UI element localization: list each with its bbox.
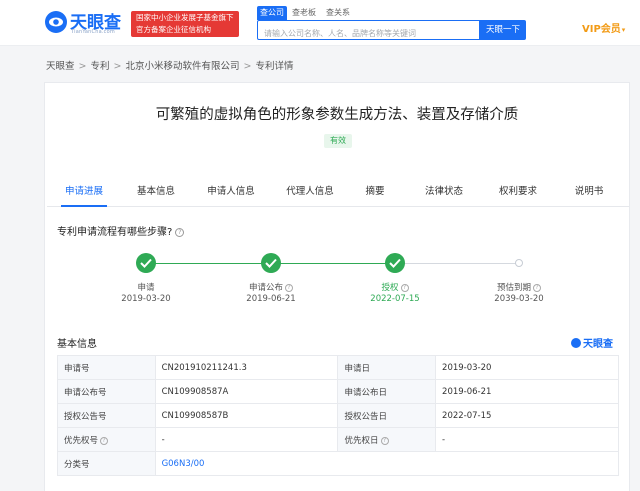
field-label: 分类号 <box>57 451 156 476</box>
field-value: - <box>435 427 619 452</box>
field-value: 2019-06-21 <box>435 379 619 404</box>
breadcrumb-company[interactable]: 北京小米移动软件有限公司 <box>125 61 239 72</box>
search-box <box>257 20 480 43</box>
logo-eye-icon <box>571 338 581 348</box>
search-tab-relation[interactable]: 查关系 <box>323 6 353 20</box>
tab-claims[interactable]: 权利要求 <box>487 179 549 207</box>
tianyancha-watermark: 天眼查 <box>571 335 613 350</box>
logo-subtext: TianYanCha.com <box>71 29 115 35</box>
tab-agent-info[interactable]: 代理人信息 <box>271 179 349 207</box>
field-value: 2022-07-15 <box>435 403 619 428</box>
search-tab-company[interactable]: 查公司 <box>257 6 287 20</box>
promo-banner[interactable]: 国家中小企业发展子基金旗下 官方备案企业征信机构 <box>131 11 239 37</box>
search-button[interactable]: 天眼一下 <box>480 20 526 40</box>
field-label: 授权公告号 <box>57 403 156 428</box>
help-icon[interactable]: ? <box>400 284 409 292</box>
step-date: 2039-03-20 <box>494 294 544 304</box>
process-question: 专利申请流程有哪些步骤?? <box>57 223 185 238</box>
step-label-text: 授权 <box>381 283 399 293</box>
step-label-text: 申请 <box>137 283 155 293</box>
promo-line-1: 国家中小企业发展子基金旗下 <box>136 13 234 22</box>
search-tab-boss[interactable]: 查老板 <box>289 6 319 20</box>
basic-info-heading: 基本信息 <box>57 339 97 350</box>
step-node-done <box>385 253 405 273</box>
process-question-text: 专利申请流程有哪些步骤? <box>57 227 173 238</box>
step-node-done <box>261 253 281 273</box>
top-header: 天眼查 TianYanCha.com 国家中小企业发展子基金旗下 官方备案企业征… <box>0 0 640 46</box>
tab-applicant-info[interactable]: 申请人信息 <box>191 179 271 207</box>
step-label: 预估到期? <box>479 281 559 293</box>
table-row: 分类号 G06N3/00 <box>57 451 620 476</box>
basic-info-table: 申请号 CN201910211241.3 申请日 2019-03-20 申请公布… <box>57 355 620 476</box>
application-progress: 申请 2019-03-20 申请公布? 2019-06-21 授权? 2022-… <box>45 253 631 313</box>
detail-tabs: 申请进展 基本信息 申请人信息 代理人信息 摘要 法律状态 权利要求 说明书 <box>47 179 629 207</box>
tab-legal-status[interactable]: 法律状态 <box>401 179 487 207</box>
breadcrumb-separator: > <box>113 61 122 72</box>
breadcrumb-home[interactable]: 天眼查 <box>46 61 75 72</box>
brand-text: 天眼查 <box>583 339 613 350</box>
patent-detail-card: 可繁殖的虚拟角色的形象参数生成方法、装置及存储介质 有效 申请进展 基本信息 申… <box>44 82 630 491</box>
vip-membership-link[interactable]: VIP会员▾ <box>582 20 625 35</box>
breadcrumb-separator: > <box>78 61 87 72</box>
field-value: 2019-03-20 <box>435 355 619 380</box>
classification-link[interactable]: G06N3/00 <box>154 451 620 476</box>
breadcrumb-patent[interactable]: 专利 <box>90 61 109 72</box>
logo-eye-icon <box>45 11 67 33</box>
check-icon <box>265 258 277 268</box>
step-label: 申请公布? <box>231 281 311 293</box>
field-label: 申请日 <box>337 355 437 380</box>
step-label: 申请 <box>106 281 186 293</box>
help-icon[interactable]: ? <box>285 284 293 292</box>
step-node-pending <box>515 259 523 267</box>
step-label-text: 申请公布 <box>248 283 283 293</box>
chevron-down-icon: ▾ <box>621 26 626 34</box>
breadcrumb-separator: > <box>243 61 252 72</box>
help-icon[interactable]: ? <box>533 284 541 292</box>
table-row: 申请公布号 CN109908587A 申请公布日 2019-06-21 <box>57 379 619 404</box>
tab-abstract[interactable]: 摘要 <box>349 179 401 207</box>
active-tab-indicator <box>61 205 107 207</box>
field-label: 优先权号 <box>64 435 99 446</box>
check-icon <box>140 258 152 268</box>
breadcrumb-current: 专利详情 <box>255 61 294 72</box>
step-label: 授权? <box>355 281 435 293</box>
progress-line-pending <box>395 263 519 264</box>
table-row: 申请号 CN201910211241.3 申请日 2019-03-20 <box>57 355 619 380</box>
site-logo[interactable]: 天眼查 TianYanCha.com <box>44 8 126 38</box>
field-label-cell: 优先权号? <box>57 427 156 452</box>
breadcrumb: 天眼查 > 专利 > 北京小米移动软件有限公司 > 专利详情 <box>46 58 293 72</box>
vip-label: VIP会员 <box>582 24 621 35</box>
field-value: CN201910211241.3 <box>154 355 339 380</box>
field-label: 优先权日 <box>344 435 379 446</box>
field-value: - <box>154 427 339 452</box>
check-icon <box>389 258 401 268</box>
tab-application-progress[interactable]: 申请进展 <box>47 179 121 207</box>
field-label: 申请号 <box>57 355 156 380</box>
step-date: 2022-07-15 <box>370 294 420 304</box>
step-date: 2019-06-21 <box>246 294 296 304</box>
patent-title: 可繁殖的虚拟角色的形象参数生成方法、装置及存储介质 <box>155 107 519 123</box>
table-row: 授权公告号 CN109908587B 授权公告日 2022-07-15 <box>57 403 619 428</box>
help-icon[interactable]: ? <box>175 228 185 237</box>
promo-line-2: 官方备案企业征信机构 <box>136 25 211 34</box>
step-label-text: 预估到期 <box>496 283 531 293</box>
field-label-cell: 优先权日? <box>337 427 437 452</box>
step-date: 2019-03-20 <box>121 294 171 304</box>
tab-description[interactable]: 说明书 <box>549 179 629 207</box>
tab-basic-info[interactable]: 基本信息 <box>121 179 191 207</box>
status-badge: 有效 <box>324 134 352 148</box>
field-value: CN109908587B <box>154 403 339 428</box>
field-label: 申请公布日 <box>337 379 437 404</box>
step-node-done <box>136 253 156 273</box>
field-label: 申请公布号 <box>57 379 156 404</box>
search-input[interactable] <box>258 24 479 43</box>
help-icon[interactable]: ? <box>100 436 109 445</box>
field-value: CN109908587A <box>154 379 339 404</box>
table-row: 优先权号? - 优先权日? - <box>57 427 619 452</box>
field-label: 授权公告日 <box>337 403 437 428</box>
help-icon[interactable]: ? <box>380 436 389 445</box>
